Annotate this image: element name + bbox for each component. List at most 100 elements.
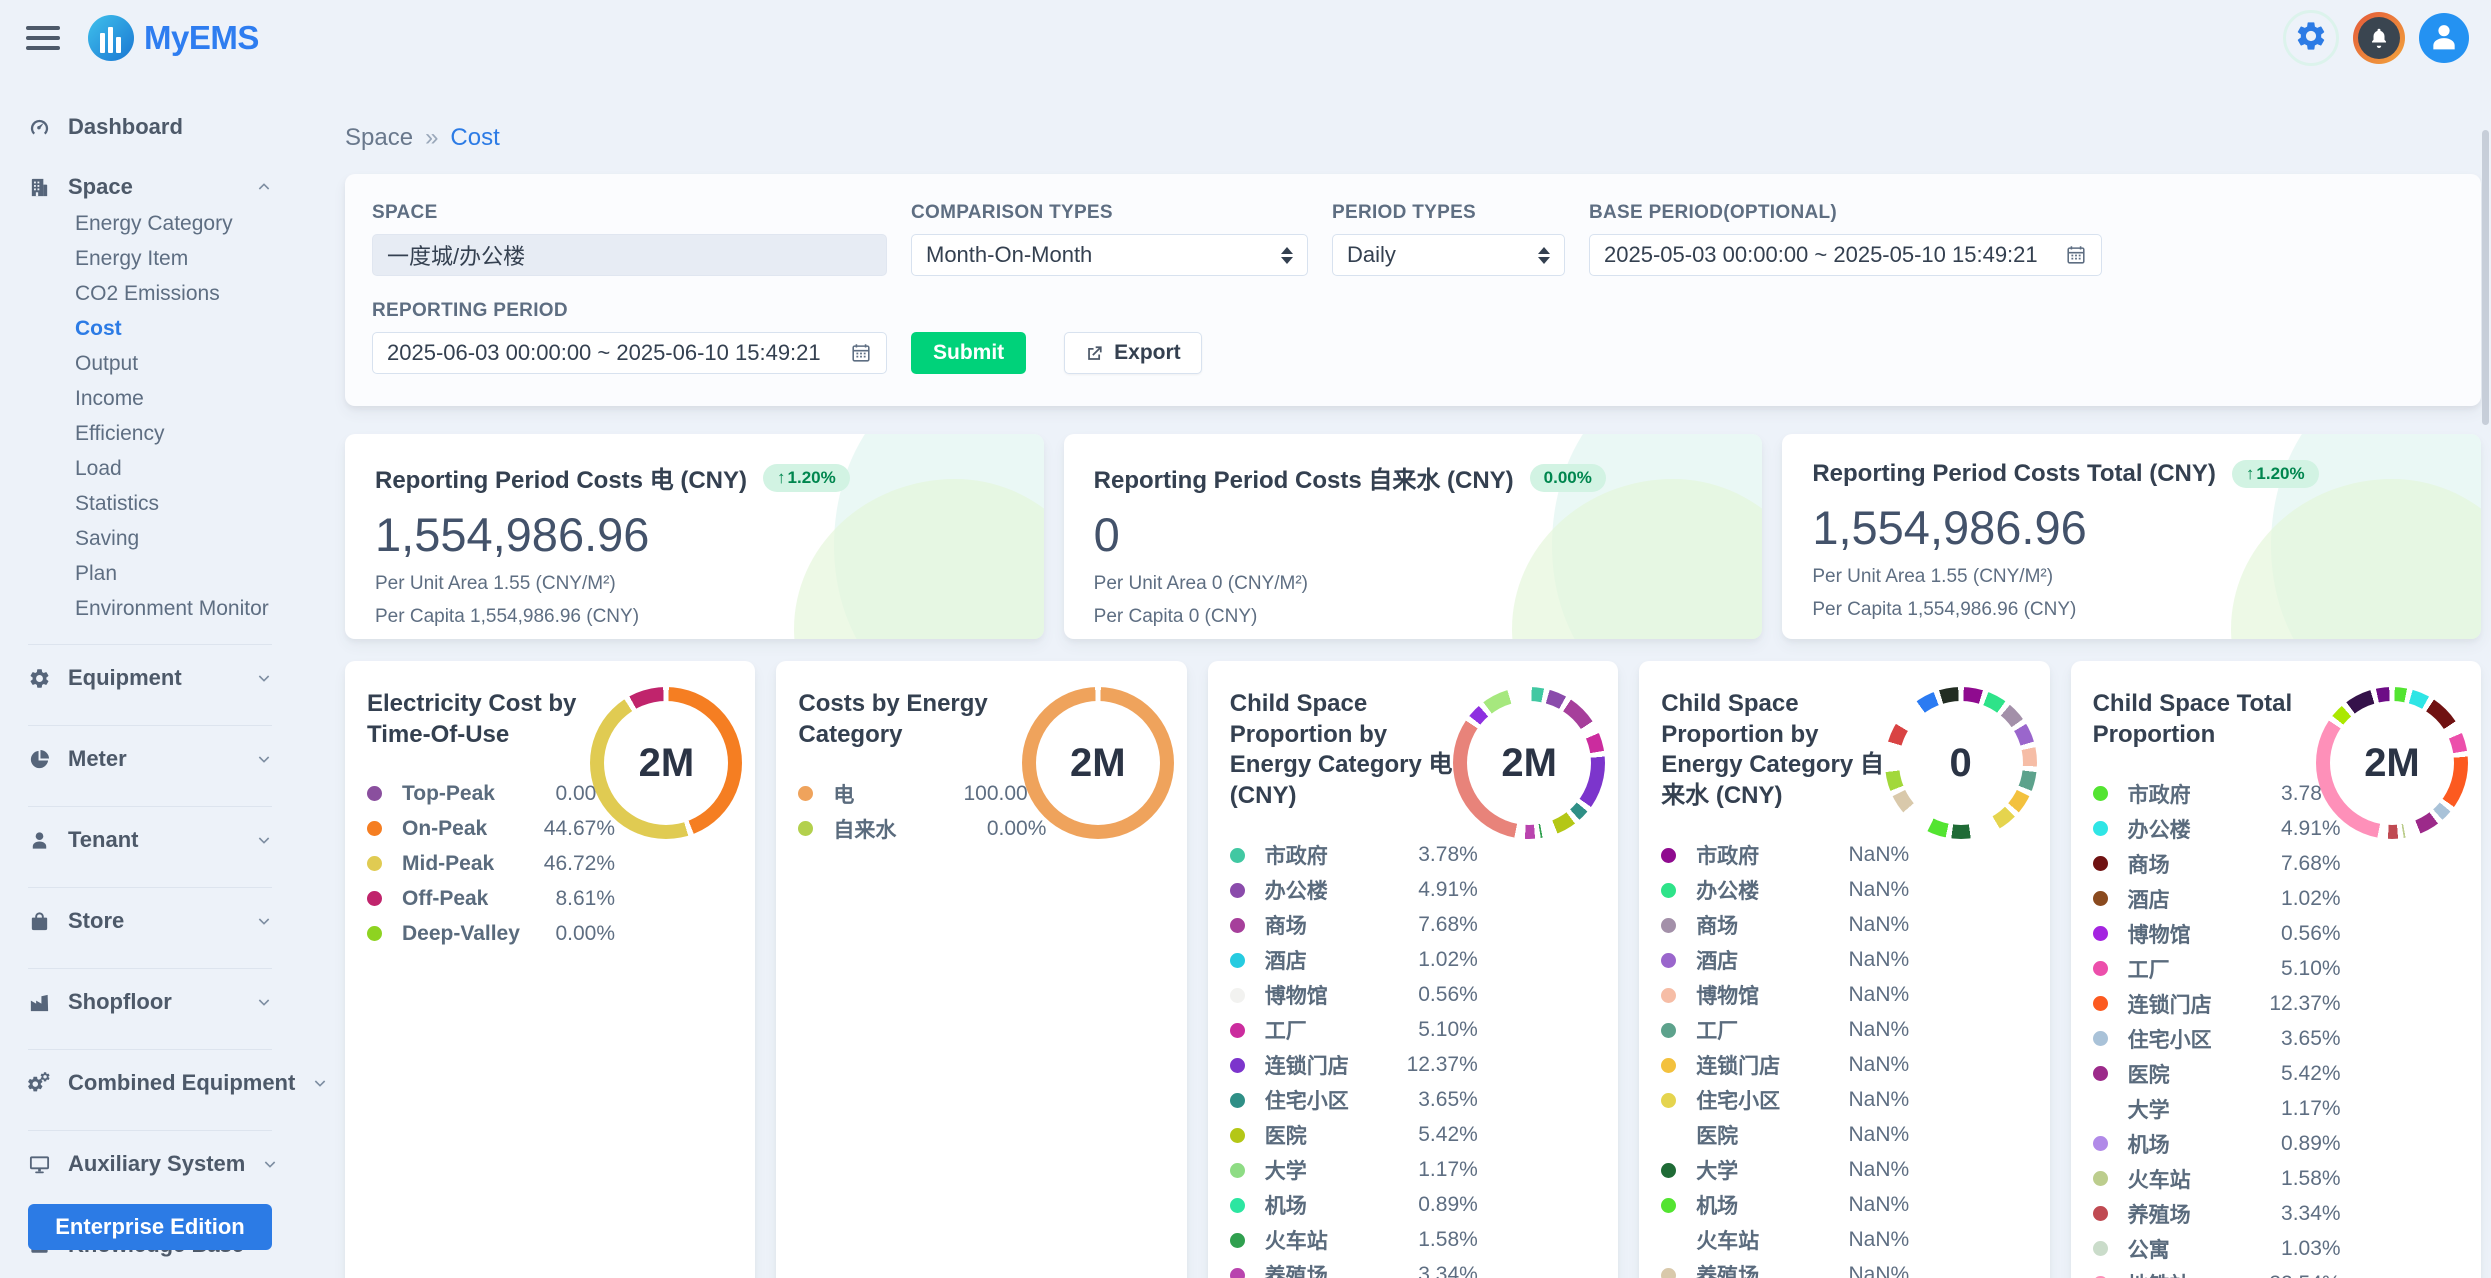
sidebar-group-label: Equipment [68,665,182,691]
legend-row[interactable]: 工厂 5.10% [1230,1013,1478,1048]
sidebar-group-row[interactable]: Equipment [28,665,272,691]
legend-row[interactable]: 商场 NaN% [1661,908,1909,943]
legend-row[interactable]: 火车站 1.58% [2093,1161,2341,1196]
export-button[interactable]: Export [1064,332,1202,374]
legend-label: 地铁站 [2128,1269,2191,1278]
donut-chart: 2M [1022,687,1174,839]
sidebar-subitem[interactable]: Efficiency [75,416,272,451]
sidebar-subitem[interactable]: Output [75,346,272,381]
legend-row[interactable]: 工厂 5.10% [2093,951,2341,986]
notifications-button[interactable] [2353,12,2405,64]
legend-row[interactable]: 医院 NaN% [1661,1118,1909,1153]
legend-row[interactable]: 住宅小区 3.65% [1230,1083,1478,1118]
legend-row[interactable]: 商场 7.68% [2093,846,2341,881]
legend-row[interactable]: On-Peak 44.67% [367,811,615,846]
sidebar-group-row[interactable]: Combined Equipment [28,1070,272,1096]
sidebar-group-row[interactable]: Tenant [28,827,272,853]
submit-button[interactable]: Submit [911,332,1026,374]
legend-row[interactable]: 办公楼 4.91% [1230,873,1478,908]
sidebar-subitem[interactable]: Plan [75,556,272,591]
base-period-input[interactable] [1589,234,2102,276]
space-input[interactable] [372,234,887,276]
period-types-select[interactable]: Daily [1332,234,1565,276]
sidebar-group-row[interactable]: Meter [28,746,272,772]
sidebar-subitem[interactable]: Energy Category [75,206,272,241]
stat-card-value: 1,554,986.96 [375,507,1014,562]
legend-row[interactable]: 住宅小区 3.65% [2093,1021,2341,1056]
legend-label: 医院 [2128,1059,2170,1089]
sidebar-group-row[interactable]: Auxiliary System [28,1151,272,1177]
legend-row[interactable]: 酒店 1.02% [2093,881,2341,916]
chevron-down-icon [312,1075,328,1091]
sidebar-group-row[interactable]: Store [28,908,272,934]
brand-logo[interactable]: MyEMS [88,15,259,61]
breadcrumb-parent[interactable]: Space [345,124,413,152]
sidebar-subitem[interactable]: Environment Monitor [75,591,272,626]
legend-row[interactable]: 机场 NaN% [1661,1188,1909,1223]
enterprise-edition-button[interactable]: Enterprise Edition [28,1204,272,1250]
sidebar-subitem[interactable]: Energy Item [75,241,272,276]
legend-row[interactable]: 工厂 NaN% [1661,1013,1909,1048]
legend-row[interactable]: 养殖场 3.34% [2093,1196,2341,1231]
donut-center-label: 2M [2364,741,2420,786]
legend-row[interactable]: 博物馆 NaN% [1661,978,1909,1013]
legend-row[interactable]: 博物馆 0.56% [1230,978,1478,1013]
sidebar-group-row[interactable]: Shopfloor [28,989,272,1015]
legend-row[interactable]: 市政府 3.78% [1230,838,1478,873]
legend-row[interactable]: 地铁站 32.54% [2093,1266,2341,1278]
sidebar-children [28,1015,272,1029]
legend-row[interactable]: 办公楼 4.91% [2093,811,2341,846]
legend-dot [1661,1268,1676,1278]
legend-row[interactable]: 电 100.00% [798,776,1046,811]
vertical-scrollbar[interactable] [2482,130,2489,425]
gear-icon [28,667,51,690]
legend-row[interactable]: 连锁门店 NaN% [1661,1048,1909,1083]
hamburger-menu-icon[interactable] [26,26,60,50]
legend-label: Mid-Peak [402,852,494,876]
comparison-types-select[interactable]: Month-On-Month [911,234,1308,276]
legend-row[interactable]: Mid-Peak 46.72% [367,846,615,881]
legend-row[interactable]: 酒店 NaN% [1661,943,1909,978]
sidebar-subitem[interactable]: CO2 Emissions [75,276,272,311]
legend-row[interactable]: 火车站 1.58% [1230,1223,1478,1258]
legend-row[interactable]: 医院 5.42% [1230,1118,1478,1153]
sidebar-subitem[interactable]: Load [75,451,272,486]
legend-row[interactable]: 住宅小区 NaN% [1661,1083,1909,1118]
legend-row[interactable]: 市政府 NaN% [1661,838,1909,873]
legend-row[interactable]: 大学 1.17% [2093,1091,2341,1126]
legend-row[interactable]: Deep-Valley 0.00% [367,916,615,951]
legend-row[interactable]: 连锁门店 12.37% [2093,986,2341,1021]
sidebar-subitem[interactable]: Cost [75,311,272,346]
legend-row[interactable]: 市政府 3.78% [2093,776,2341,811]
legend-row[interactable]: 公寓 1.03% [2093,1231,2341,1266]
settings-button[interactable] [2283,10,2339,66]
sidebar-subitem[interactable]: Saving [75,521,272,556]
legend-row[interactable]: 火车站 NaN% [1661,1223,1909,1258]
sidebar-subitem[interactable]: Income [75,381,272,416]
reporting-period-input[interactable] [372,332,887,374]
legend-row[interactable]: Off-Peak 8.61% [367,881,615,916]
legend-row[interactable]: 博物馆 0.56% [2093,916,2341,951]
status-badge: ↑ 1.20% [763,464,850,492]
legend-row[interactable]: 连锁门店 12.37% [1230,1048,1478,1083]
legend-row[interactable]: 机场 0.89% [1230,1188,1478,1223]
legend-row[interactable]: 自来水 0.00% [798,811,1046,846]
legend-row[interactable]: 大学 1.17% [1230,1153,1478,1188]
donut-center-label: 2M [1070,741,1126,786]
legend-row[interactable]: 办公楼 NaN% [1661,873,1909,908]
legend-label: 市政府 [2128,779,2191,809]
legend-row[interactable]: 机场 0.89% [2093,1126,2341,1161]
legend-row[interactable]: 养殖场 3.34% [1230,1258,1478,1278]
legend-row[interactable]: 养殖场 NaN% [1661,1258,1909,1278]
user-avatar[interactable] [2419,13,2469,63]
legend-dot [1230,1058,1245,1073]
sidebar-subitem[interactable]: Statistics [75,486,272,521]
legend-row[interactable]: 医院 5.42% [2093,1056,2341,1091]
legend-dot [1230,1163,1245,1178]
legend-row[interactable]: 大学 NaN% [1661,1153,1909,1188]
legend-row[interactable]: 商场 7.68% [1230,908,1478,943]
sidebar-group-row[interactable]: Dashboard [28,114,272,140]
legend-row[interactable]: 酒店 1.02% [1230,943,1478,978]
sidebar-group-row[interactable]: Space [28,174,272,200]
legend-row[interactable]: Top-Peak 0.00% [367,776,615,811]
